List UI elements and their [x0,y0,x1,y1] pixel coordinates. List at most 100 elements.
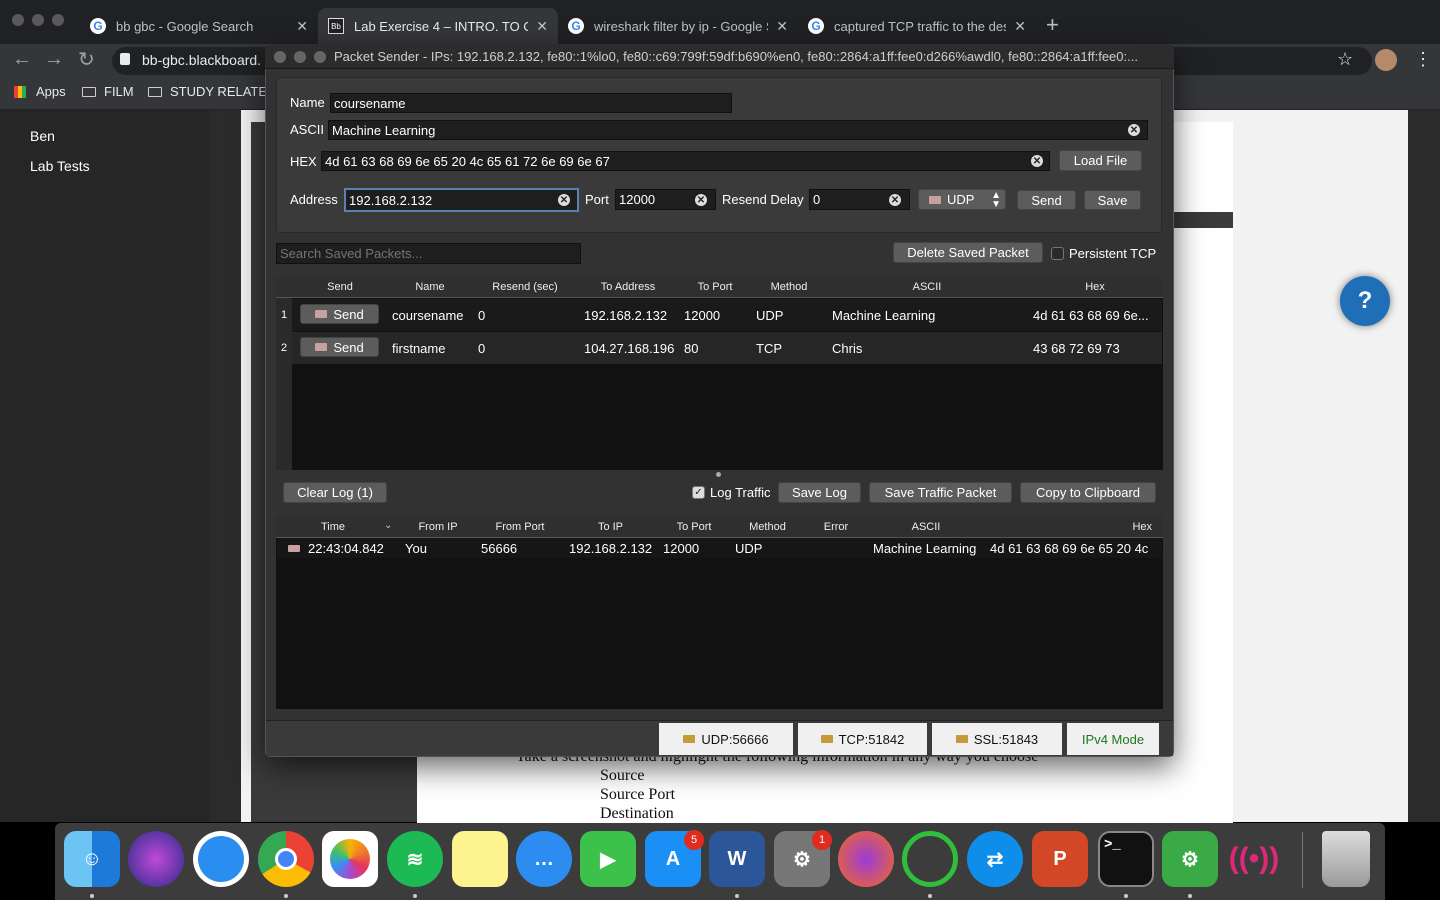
window-minimize-button[interactable] [32,14,44,26]
clear-port-icon[interactable]: ✕ [695,194,707,206]
clear-hex-icon[interactable]: ✕ [1031,155,1043,167]
cell-method: TCP [756,341,782,356]
sidebar-item-ben[interactable]: Ben [30,128,55,144]
notes-icon[interactable] [452,831,508,887]
close-tab-icon[interactable]: ✕ [296,18,308,35]
doc-line-destination: Destination [600,805,674,822]
row-send-button[interactable]: Send [300,337,379,357]
col-from-ip[interactable]: From IP [399,521,477,533]
ascii-field[interactable]: Machine Learning [328,120,1148,140]
chrome-icon[interactable] [258,831,314,887]
ascii-label: ASCII [290,122,324,137]
log-traffic-checkbox[interactable]: ✓ [692,486,705,499]
bookmark-study-related[interactable]: STUDY RELATED [148,84,276,99]
running-indicator [1124,894,1128,898]
back-icon[interactable]: ← [12,48,32,71]
clear-log-button[interactable]: Clear Log (1) [283,482,387,503]
ssl-port-status[interactable]: SSL:51843 [932,723,1062,755]
splitter-handle[interactable] [716,472,721,477]
send-button[interactable]: Send [1017,190,1076,210]
col-to-port[interactable]: To Port [678,281,752,293]
col-time[interactable]: Time [282,521,384,533]
clear-address-icon[interactable]: ✕ [558,194,570,206]
bookmark-apps[interactable]: Apps [14,84,66,99]
google-icon: G [568,18,584,34]
copy-to-clipboard-button[interactable]: Copy to Clipboard [1020,482,1156,503]
col-to-port[interactable]: To Port [658,521,730,533]
delete-saved-packet-button[interactable]: Delete Saved Packet [893,242,1043,263]
facetime-icon[interactable]: ▶ [580,831,636,887]
persistent-tcp-checkbox[interactable] [1051,247,1064,260]
powerpoint-icon[interactable]: P [1032,831,1088,887]
new-tab-button[interactable]: + [1046,12,1059,38]
search-saved-packets-input[interactable] [276,243,581,264]
col-hex[interactable]: Hex [1028,281,1162,293]
firefox-icon[interactable] [838,831,894,887]
method-select[interactable]: UDP ▲ ▼ [918,189,1006,210]
row-send-button[interactable]: Send [300,304,379,324]
photos-icon[interactable] [322,831,378,887]
col-method[interactable]: Method [730,521,805,533]
finder-icon[interactable]: ☺ [64,831,120,887]
col-to-address[interactable]: To Address [578,281,678,293]
load-file-button[interactable]: Load File [1059,150,1142,171]
ps-minimize-button[interactable] [294,51,306,63]
trash-icon[interactable] [1322,831,1370,887]
ip-mode-status[interactable]: IPv4 Mode [1067,723,1159,755]
col-ascii[interactable]: ASCII [826,281,1028,293]
hex-label: HEX [290,154,317,169]
activity-ring-icon[interactable] [902,831,958,887]
stepper-icon: ▲ ▼ [991,190,1001,210]
name-field[interactable]: coursename [330,93,732,113]
col-to-ip[interactable]: To IP [563,521,658,533]
hex-field[interactable]: 4d 61 63 68 69 6e 65 20 4c 65 61 72 6e 6… [321,151,1050,171]
col-ascii[interactable]: ASCII [867,521,985,533]
save-log-button[interactable]: Save Log [778,482,861,503]
wireless-icon[interactable]: ((•)) [1226,831,1282,887]
ps-zoom-button[interactable] [314,51,326,63]
reload-icon[interactable]: ↻ [78,47,95,72]
close-tab-icon[interactable]: ✕ [1014,18,1026,35]
browser-tab-4[interactable]: Gcaptured TCP traffic to the desti ✕ [798,8,1036,44]
word-icon[interactable]: W [709,831,765,887]
browser-tab-3[interactable]: Gwireshark filter by ip - Google Se ✕ [558,8,798,44]
col-error[interactable]: Error [805,521,867,533]
menu-icon[interactable]: ⋮ [1414,49,1432,70]
col-hex[interactable]: Hex [985,521,1152,533]
forward-icon[interactable]: → [44,48,64,71]
sidebar-item-lab-tests[interactable]: Lab Tests [30,158,90,174]
col-method[interactable]: Method [752,281,826,293]
profile-avatar[interactable] [1375,49,1397,71]
packet-sender-icon[interactable]: ⚙ [1162,831,1218,887]
siri-icon[interactable] [128,831,184,887]
udp-port-status[interactable]: UDP:56666 [659,723,793,755]
save-traffic-packet-button[interactable]: Save Traffic Packet [869,482,1012,503]
col-resend[interactable]: Resend (sec) [472,281,578,293]
browser-tab-1[interactable]: Gbb gbc - Google Search ✕ [80,8,318,44]
safari-icon[interactable] [193,831,249,887]
address-field[interactable]: 192.168.2.132 [344,188,579,212]
bookmark-film[interactable]: FILM [82,84,134,99]
window-close-button[interactable] [12,14,24,26]
clear-resend-icon[interactable]: ✕ [889,194,901,206]
browser-tab-2[interactable]: Bb Lab Exercise 4 – INTRO. TO CYB ✕ [318,8,558,44]
cell-resend: 0 [478,308,486,323]
teamviewer-icon[interactable]: ⇄ [967,831,1023,887]
messages-icon[interactable]: … [516,831,572,887]
bookmark-label: STUDY RELATED [170,84,277,99]
col-from-port[interactable]: From Port [477,521,563,533]
ps-close-button[interactable] [274,51,286,63]
window-zoom-button[interactable] [52,14,64,26]
close-tab-icon[interactable]: ✕ [776,18,788,35]
col-name[interactable]: Name [388,281,472,293]
close-tab-icon[interactable]: ✕ [536,18,548,35]
save-button[interactable]: Save [1084,190,1141,210]
sort-chevron-icon[interactable]: ⌄ [384,520,392,531]
terminal-icon[interactable]: >_ [1098,831,1154,887]
col-send[interactable]: Send [292,281,388,293]
star-icon[interactable]: ☆ [1337,49,1353,70]
clear-ascii-icon[interactable]: ✕ [1128,124,1140,136]
tcp-port-status[interactable]: TCP:51842 [798,723,927,755]
help-button[interactable]: ? [1340,276,1390,326]
spotify-icon[interactable]: ≋ [387,831,443,887]
